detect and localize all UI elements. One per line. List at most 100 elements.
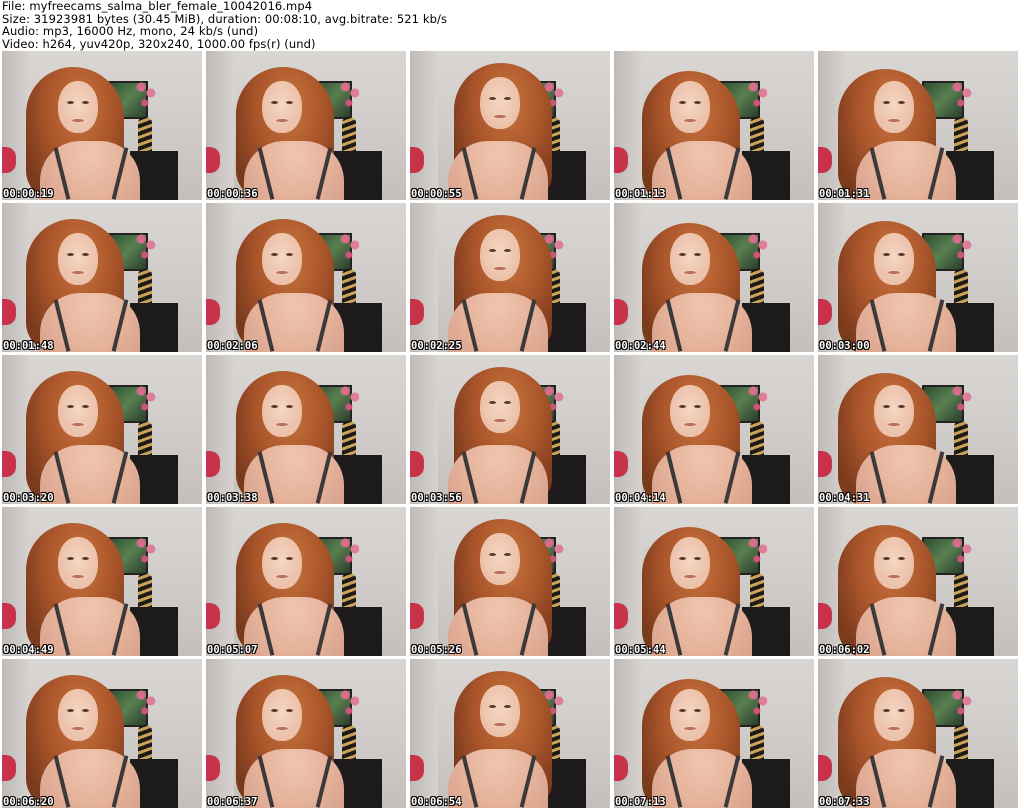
frame-eye-l xyxy=(67,405,74,408)
frame-mouth xyxy=(72,423,84,426)
frame-mouth xyxy=(72,727,84,730)
frame-timestamp: 00:07:33 xyxy=(819,796,870,808)
frame-vase xyxy=(342,269,356,307)
frame-eye-r xyxy=(286,253,293,256)
frame-flowers xyxy=(134,383,158,423)
frame-eye-l xyxy=(489,705,496,708)
frame-mouth xyxy=(888,727,900,730)
frame-face xyxy=(874,537,914,589)
frame-timestamp: 00:02:06 xyxy=(207,340,258,352)
frame-timestamp: 00:00:36 xyxy=(207,188,258,200)
frame-mouth xyxy=(684,119,696,122)
video-frame-thumbnail: 00:01:13 xyxy=(614,51,814,200)
frame-timestamp: 00:03:20 xyxy=(3,492,54,504)
frame-timestamp: 00:03:38 xyxy=(207,492,258,504)
frame-mouth xyxy=(72,119,84,122)
video-info-line: Video: h264, yuv420p, 320x240, 1000.00 f… xyxy=(2,36,316,51)
frame-face xyxy=(874,689,914,741)
frame-pillow xyxy=(2,755,16,781)
frame-face xyxy=(670,81,710,133)
frame-mouth xyxy=(684,423,696,426)
frame-timestamp: 00:02:44 xyxy=(615,340,666,352)
frame-vase xyxy=(954,725,968,763)
frame-pillow xyxy=(410,299,424,325)
frame-pillow xyxy=(818,755,832,781)
frame-eye-l xyxy=(67,253,74,256)
frame-timestamp: 00:03:00 xyxy=(819,340,870,352)
frame-eye-r xyxy=(504,705,511,708)
frame-mouth xyxy=(888,271,900,274)
frame-pillow xyxy=(614,603,628,629)
video-frame-thumbnail: 00:04:14 xyxy=(614,355,814,504)
frame-timestamp: 00:06:54 xyxy=(411,796,462,808)
frame-pillow xyxy=(614,755,628,781)
video-frame-thumbnail: 00:06:54 xyxy=(410,659,610,808)
file-info-header: File: myfreecams_salma_bler_female_10042… xyxy=(2,0,1022,50)
frame-vase xyxy=(750,117,764,155)
frame-eye-l xyxy=(271,101,278,104)
frame-mouth xyxy=(494,723,506,726)
frame-timestamp: 00:06:20 xyxy=(3,796,54,808)
frame-pillow xyxy=(206,755,220,781)
frame-face xyxy=(480,229,520,281)
frame-vase xyxy=(138,725,152,763)
frame-pillow xyxy=(2,451,16,477)
frame-pillow xyxy=(2,603,16,629)
frame-wall-left xyxy=(614,355,642,504)
frame-mouth xyxy=(72,575,84,578)
frame-eye-r xyxy=(82,101,89,104)
frame-vase xyxy=(750,421,764,459)
frame-mouth xyxy=(888,423,900,426)
frame-wall-left xyxy=(410,659,438,808)
video-frame-thumbnail: 00:06:20 xyxy=(2,659,202,808)
frame-eye-l xyxy=(679,253,686,256)
frame-face xyxy=(480,381,520,433)
frame-face xyxy=(58,233,98,285)
frame-eye-l xyxy=(489,553,496,556)
frame-flowers xyxy=(134,79,158,119)
frame-timestamp: 00:02:25 xyxy=(411,340,462,352)
frame-wall-left xyxy=(614,51,642,200)
frame-eye-r xyxy=(898,253,905,256)
frame-face xyxy=(262,537,302,589)
frame-face xyxy=(480,533,520,585)
video-frame-thumbnail: 00:01:31 xyxy=(818,51,1018,200)
frame-eye-r xyxy=(898,709,905,712)
frame-wall-left xyxy=(410,203,438,352)
frame-flowers xyxy=(134,231,158,271)
frame-vase xyxy=(342,573,356,611)
frame-wall-left xyxy=(206,203,234,352)
video-frame-thumbnail: 00:00:19 xyxy=(2,51,202,200)
frame-timestamp: 00:04:31 xyxy=(819,492,870,504)
frame-flowers xyxy=(338,231,362,271)
frame-mouth xyxy=(276,271,288,274)
frame-flowers xyxy=(746,231,770,271)
frame-mouth xyxy=(494,115,506,118)
frame-mouth xyxy=(72,271,84,274)
frame-vase xyxy=(342,117,356,155)
frame-pillow xyxy=(2,299,16,325)
frame-eye-r xyxy=(898,405,905,408)
frame-eye-r xyxy=(286,557,293,560)
frame-face xyxy=(262,81,302,133)
frame-face xyxy=(58,537,98,589)
video-frame-thumbnail: 00:04:49 xyxy=(2,507,202,656)
frame-eye-l xyxy=(679,557,686,560)
frame-pillow xyxy=(206,451,220,477)
frame-flowers xyxy=(746,535,770,575)
frame-vase xyxy=(750,573,764,611)
video-frame-thumbnail: 00:05:07 xyxy=(206,507,406,656)
video-frame-thumbnail: 00:06:37 xyxy=(206,659,406,808)
frame-eye-l xyxy=(271,405,278,408)
frame-eye-l xyxy=(271,253,278,256)
frame-flowers xyxy=(950,79,974,119)
frame-pillow xyxy=(2,147,16,173)
frame-pillow xyxy=(614,299,628,325)
frame-wall-left xyxy=(410,507,438,656)
frame-eye-r xyxy=(898,557,905,560)
frame-timestamp: 00:03:56 xyxy=(411,492,462,504)
frame-eye-l xyxy=(679,709,686,712)
frame-face xyxy=(874,385,914,437)
frame-wall-left xyxy=(206,51,234,200)
frame-pillow xyxy=(614,147,628,173)
